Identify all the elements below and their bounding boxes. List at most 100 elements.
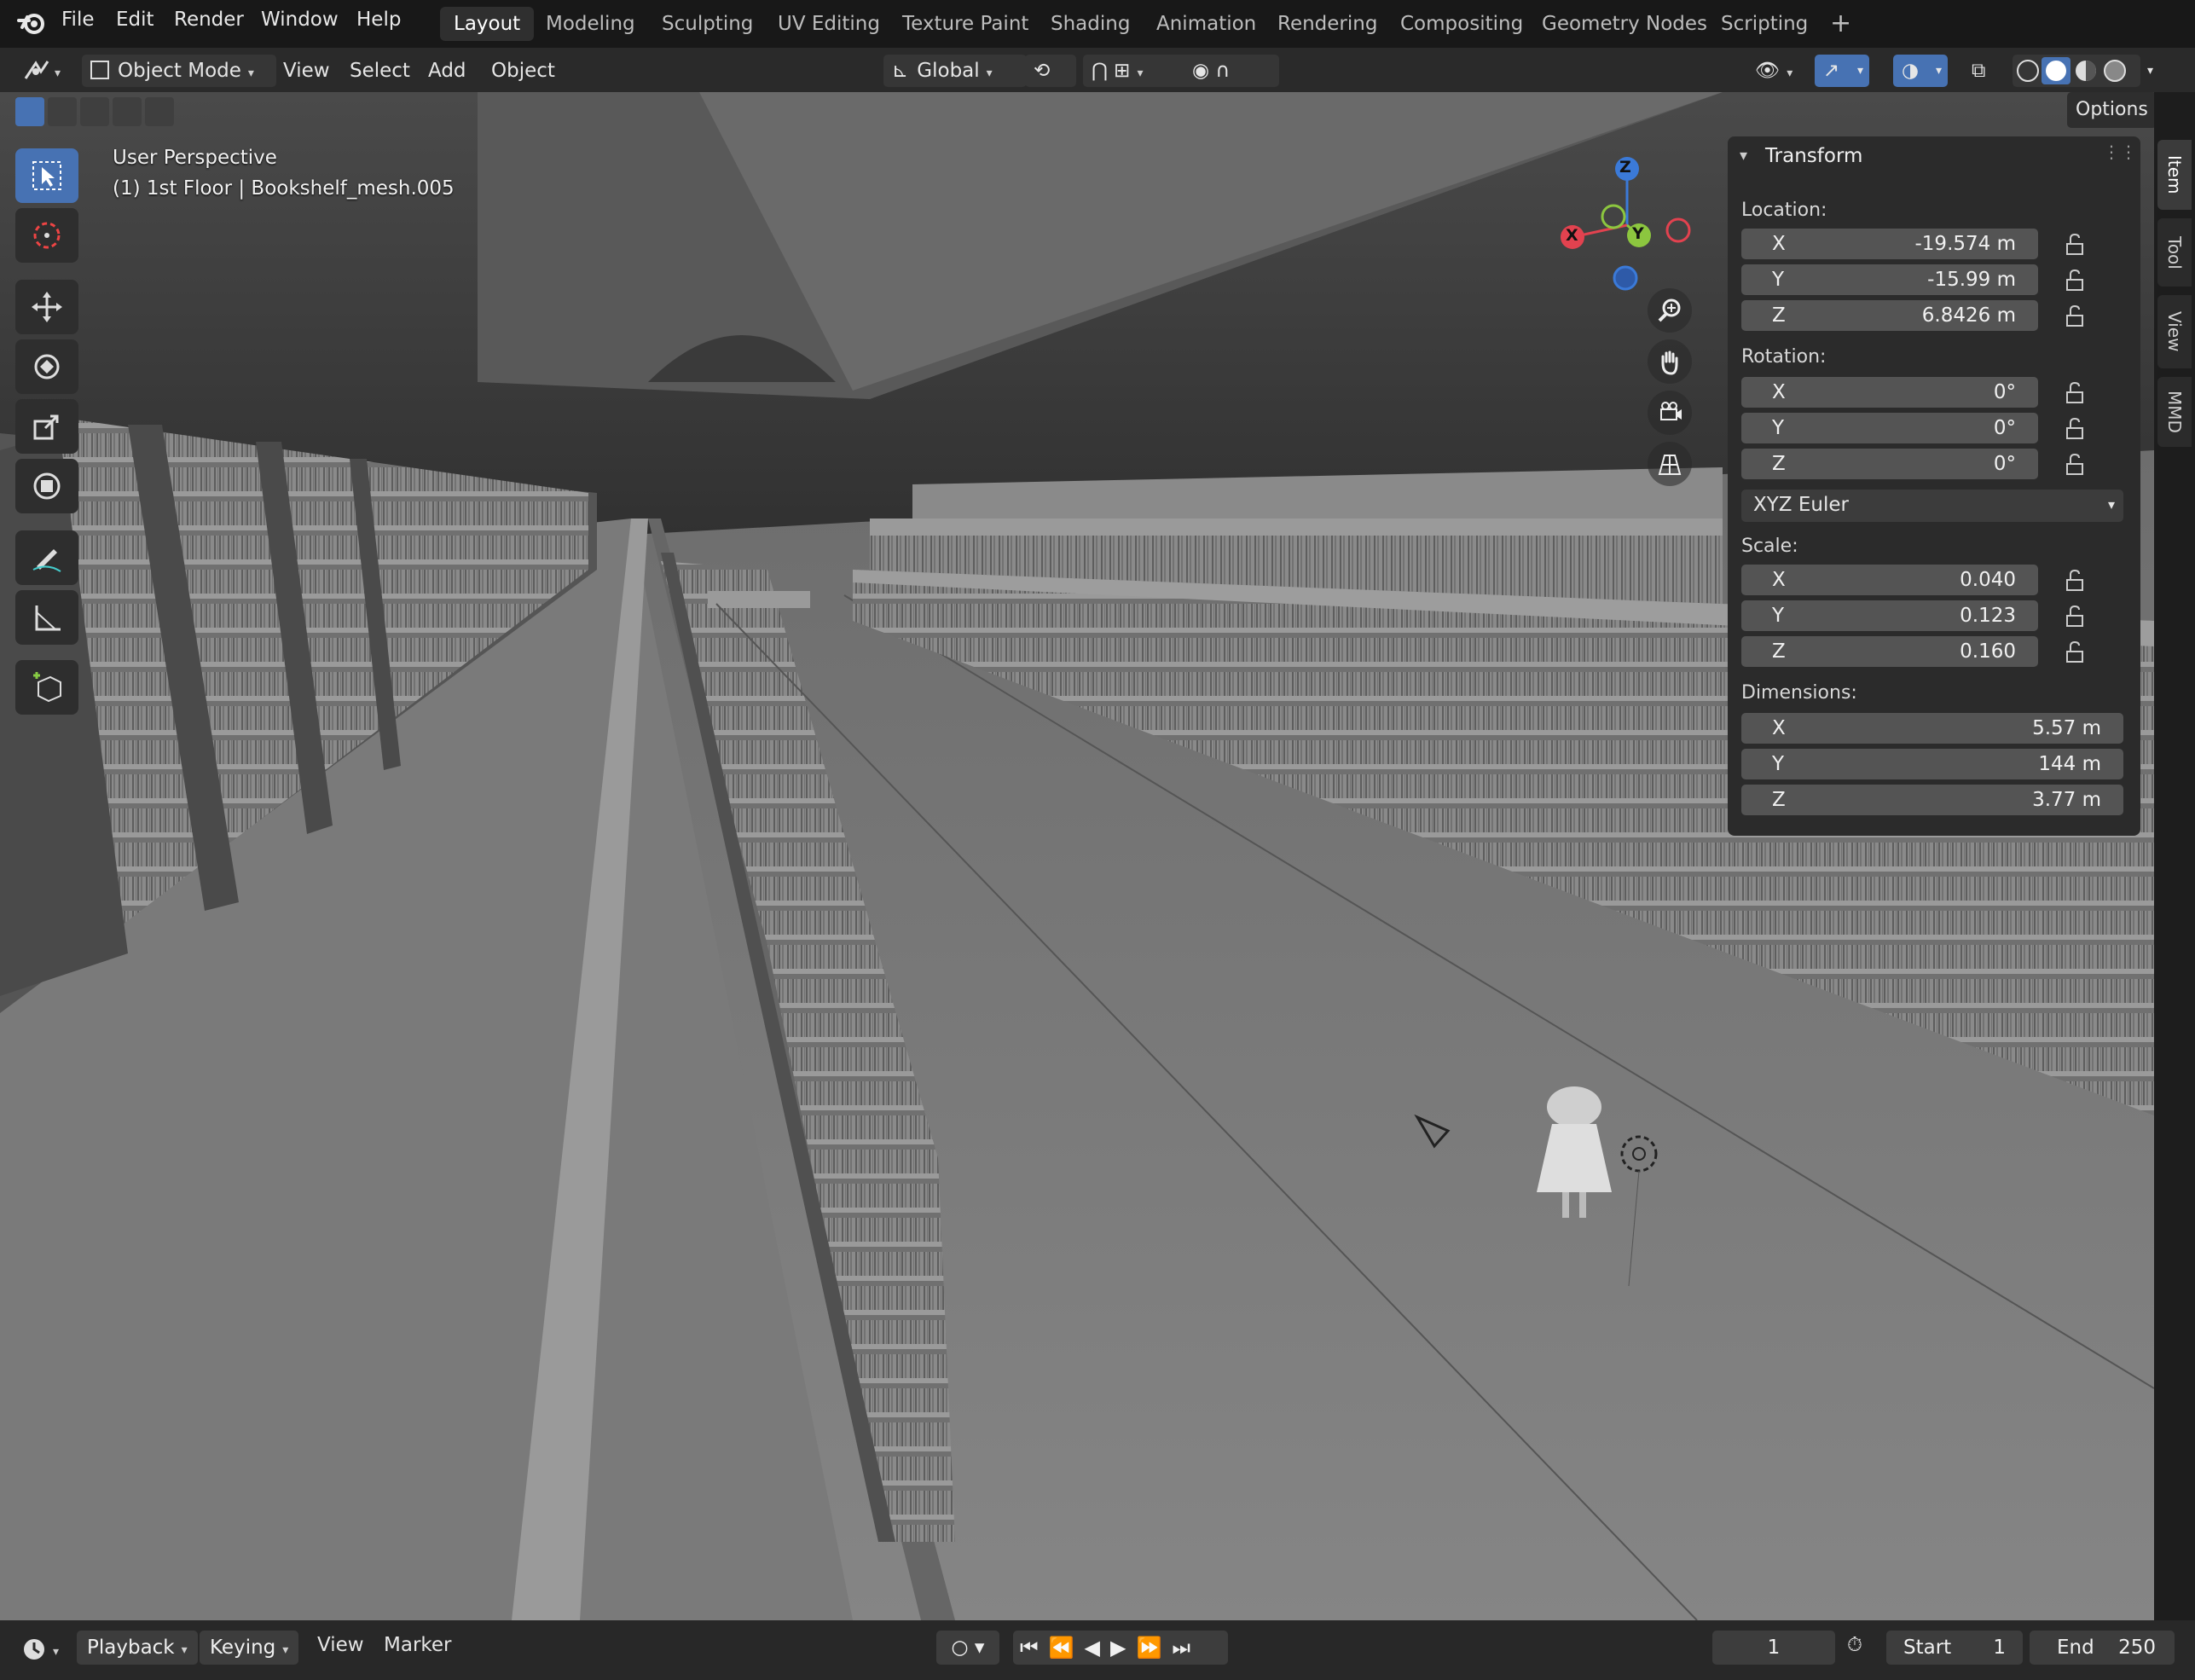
tab-uv-editing[interactable]: UV Editing	[764, 7, 894, 41]
mode-dropdown[interactable]: Object Mode ▾	[82, 55, 276, 87]
prev-keyframe-icon[interactable]: ⏪	[1049, 1636, 1085, 1660]
playback-menu[interactable]: Playback ▾	[77, 1631, 198, 1665]
tab-geometry-nodes[interactable]: Geometry Nodes	[1528, 7, 1721, 41]
location-y-field[interactable]: Y -15.99 m	[1741, 264, 2038, 295]
scale-y-field[interactable]: Y 0.123	[1741, 600, 2038, 631]
perspective-grid-icon[interactable]	[1648, 442, 1692, 486]
transform-panel-title[interactable]: Transform	[1765, 145, 1862, 167]
header-view-menu[interactable]: View	[283, 55, 330, 87]
play-icon[interactable]: ▶	[1110, 1636, 1136, 1660]
orientation-dropdown[interactable]: ⊾ Global ▾	[883, 55, 1027, 87]
jump-start-icon[interactable]: ⏮	[1020, 1636, 1049, 1660]
rotation-y-field[interactable]: Y 0°	[1741, 413, 2038, 443]
lock-icon[interactable]	[2062, 568, 2088, 594]
blender-logo-icon[interactable]	[17, 10, 46, 36]
chevron-down-icon[interactable]: ▾	[1740, 147, 1747, 165]
tab-tool[interactable]: Tool	[2157, 218, 2192, 287]
cursor-tool[interactable]	[15, 208, 78, 263]
end-frame-field[interactable]: End 250	[2030, 1631, 2175, 1665]
menu-file[interactable]: File	[61, 9, 95, 31]
chevron-down-icon[interactable]: ▾	[2147, 55, 2153, 87]
editor-type-button[interactable]: ▾	[19, 55, 68, 87]
timeline-view-menu[interactable]: View	[317, 1634, 364, 1656]
current-frame-field[interactable]: 1	[1712, 1631, 1835, 1665]
lock-icon[interactable]	[2062, 232, 2088, 258]
play-reverse-icon[interactable]: ◀	[1085, 1636, 1110, 1660]
lock-icon[interactable]	[2062, 304, 2088, 329]
scale-tool[interactable]	[15, 399, 78, 454]
tab-modeling[interactable]: Modeling	[532, 7, 649, 41]
tab-sculpting[interactable]: Sculpting	[648, 7, 767, 41]
hand-pan-icon[interactable]	[1648, 339, 1692, 384]
menu-help[interactable]: Help	[356, 9, 401, 31]
xray-toggle[interactable]: ⧉	[1972, 55, 2002, 87]
proportional-editing-toggle[interactable]: ◉ ∩	[1184, 55, 1279, 87]
annotate-tool[interactable]	[15, 530, 78, 585]
navigation-gizmo[interactable]: Z X Y	[1552, 147, 1706, 300]
select-box-tool[interactable]	[15, 148, 78, 203]
dimensions-z-field[interactable]: Z 3.77 m	[1741, 785, 2123, 815]
tab-compositing[interactable]: Compositing	[1387, 7, 1537, 41]
transform-tool[interactable]	[15, 459, 78, 513]
start-frame-field[interactable]: Start 1	[1886, 1631, 2023, 1665]
record-icon: ○ ▾	[951, 1637, 985, 1659]
visibility-dropdown[interactable]: 👁 ▾	[1755, 55, 1806, 87]
chevron-down-icon[interactable]: ▾	[1857, 55, 1863, 87]
tab-animation[interactable]: Animation	[1143, 7, 1270, 41]
location-z-field[interactable]: Z 6.8426 m	[1741, 300, 2038, 331]
menu-edit[interactable]: Edit	[116, 9, 154, 31]
dimensions-x-field[interactable]: X 5.57 m	[1741, 713, 2123, 744]
rotation-z-field[interactable]: Z 0°	[1741, 449, 2038, 479]
auto-keying-toggle[interactable]: ○ ▾	[936, 1631, 999, 1665]
clock-editor-icon[interactable]: ▾	[19, 1632, 70, 1666]
tab-rendering[interactable]: Rendering	[1264, 7, 1391, 41]
header-select-menu[interactable]: Select	[350, 55, 410, 87]
keying-menu[interactable]: Keying ▾	[200, 1631, 299, 1665]
tab-view[interactable]: View	[2157, 295, 2192, 368]
select-mode-extend[interactable]	[48, 97, 77, 126]
rotation-mode-dropdown[interactable]: XYZ Euler ▾	[1741, 490, 2123, 522]
header-object-menu[interactable]: Object	[491, 55, 555, 87]
location-x-field[interactable]: X -19.574 m	[1741, 229, 2038, 259]
select-mode-new[interactable]	[15, 97, 44, 126]
next-keyframe-icon[interactable]: ⏩	[1136, 1636, 1172, 1660]
lock-icon[interactable]	[2062, 416, 2088, 442]
lock-icon[interactable]	[2062, 604, 2088, 629]
lock-icon[interactable]	[2062, 268, 2088, 293]
tab-mmd[interactable]: MMD	[2157, 377, 2192, 447]
select-mode-invert[interactable]	[113, 97, 142, 126]
move-tool[interactable]	[15, 280, 78, 334]
snap-toggle[interactable]: ⋂ ⊞ ▾	[1083, 55, 1194, 87]
scale-z-field[interactable]: Z 0.160	[1741, 636, 2038, 667]
measure-tool[interactable]	[15, 590, 78, 645]
camera-view-icon[interactable]	[1648, 391, 1692, 435]
tab-shading[interactable]: Shading	[1037, 7, 1144, 41]
timeline-marker-menu[interactable]: Marker	[384, 1634, 452, 1656]
lock-icon[interactable]	[2062, 380, 2088, 406]
rotate-tool[interactable]	[15, 339, 78, 394]
stopwatch-icon[interactable]: ⏱	[1847, 1634, 1862, 1656]
menu-render[interactable]: Render	[174, 9, 244, 31]
options-dropdown[interactable]: Options▾	[2067, 92, 2154, 154]
pivot-point-dropdown[interactable]: ⟲	[1025, 55, 1076, 87]
scale-x-field[interactable]: X 0.040	[1741, 565, 2038, 595]
add-cube-tool[interactable]	[15, 660, 78, 715]
header-add-menu[interactable]: Add	[428, 55, 466, 87]
jump-end-icon[interactable]: ⏭	[1172, 1636, 1201, 1660]
zoom-icon[interactable]	[1648, 288, 1692, 333]
lock-icon[interactable]	[2062, 640, 2088, 665]
drag-handle-icon[interactable]: ⋮⋮	[2103, 142, 2137, 162]
chevron-down-icon: ▾	[247, 67, 254, 80]
select-mode-intersect[interactable]	[145, 97, 174, 126]
select-mode-subtract[interactable]	[80, 97, 109, 126]
tab-scripting[interactable]: Scripting	[1707, 7, 1821, 41]
tab-item[interactable]: Item	[2157, 140, 2192, 210]
tab-layout[interactable]: Layout	[440, 7, 535, 41]
add-workspace-button[interactable]: +	[1816, 7, 1865, 41]
rotation-x-field[interactable]: X 0°	[1741, 377, 2038, 408]
chevron-down-icon[interactable]: ▾	[1936, 55, 1942, 87]
tab-texture-paint[interactable]: Texture Paint	[889, 7, 1042, 41]
lock-icon[interactable]	[2062, 452, 2088, 478]
dimensions-y-field[interactable]: Y 144 m	[1741, 749, 2123, 779]
menu-window[interactable]: Window	[261, 9, 339, 31]
